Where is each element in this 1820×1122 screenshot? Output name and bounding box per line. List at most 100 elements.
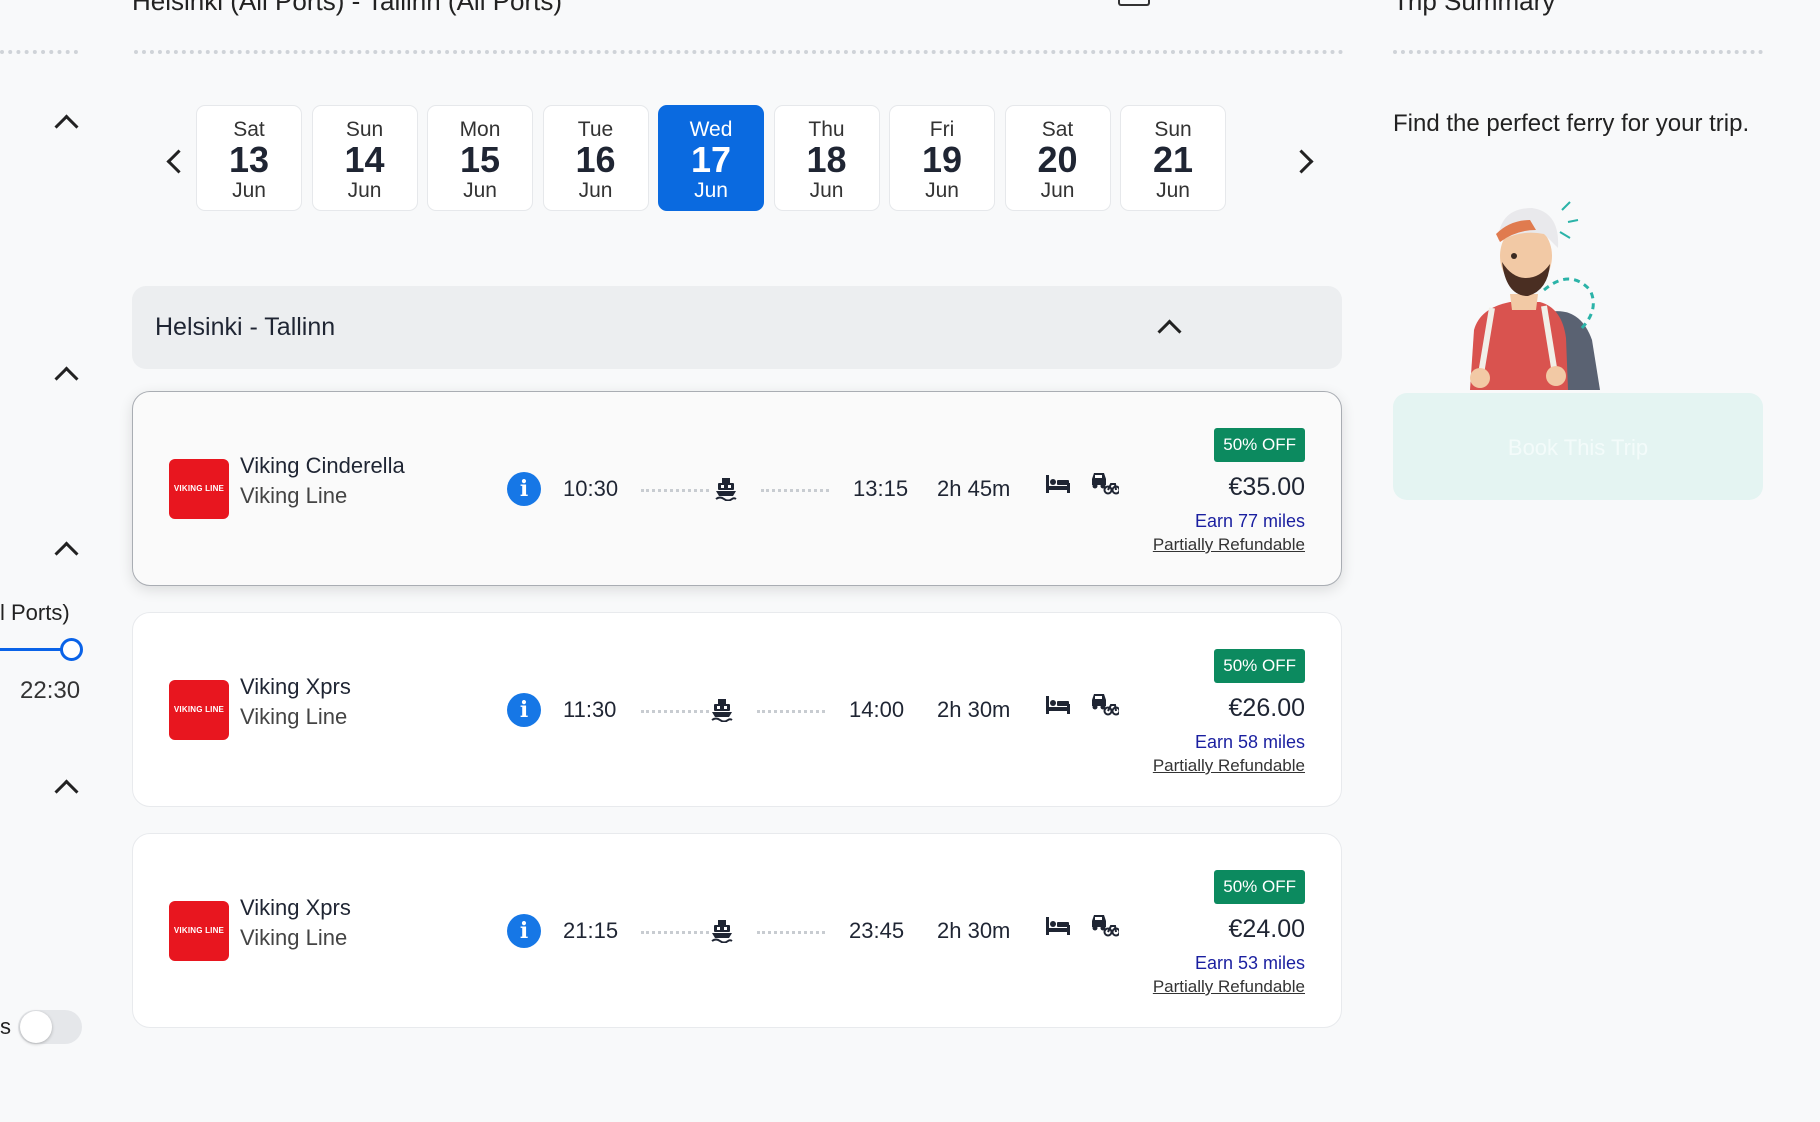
- prev-date-chevron-icon[interactable]: [166, 149, 191, 174]
- date-day: 21: [1152, 139, 1194, 180]
- time-slider-handle[interactable]: [60, 638, 83, 661]
- traveler-illustration: [1470, 201, 1600, 390]
- operator-logo: VIKING LINE: [169, 459, 229, 519]
- date-day: 14: [344, 139, 385, 180]
- collapse-chevron-icon[interactable]: [54, 779, 79, 804]
- date-month: Jun: [463, 179, 497, 202]
- route-heading: Helsinki (All Ports) - Tallinn (All Port…: [132, 0, 563, 16]
- date-day: 19: [921, 139, 963, 180]
- refund-policy-link[interactable]: Partially Refundable: [1153, 535, 1305, 555]
- ferry-icon: [711, 698, 733, 723]
- miles-reward: Earn 58 miles: [1194, 732, 1305, 752]
- date-option[interactable]: Sat 13 Jun: [196, 105, 302, 211]
- date-day: 15: [459, 139, 501, 180]
- price: €24.00: [1228, 915, 1305, 943]
- date-month: Jun: [1040, 179, 1075, 202]
- route-dotted-line: [757, 931, 825, 934]
- sailing-card[interactable]: VIKING LINE Viking Xprs Viking Line i 21:15 2…: [132, 833, 1342, 1028]
- info-icon[interactable]: i: [507, 693, 541, 727]
- discount-badge: 50% OFF: [1214, 870, 1305, 904]
- date-month: Jun: [1156, 179, 1190, 202]
- port-filter-label: l Ports): [0, 600, 70, 625]
- collapse-chevron-icon[interactable]: [54, 366, 79, 391]
- ferry-icon: [715, 477, 737, 502]
- cabin-bed-icon: [1045, 694, 1071, 716]
- date-option[interactable]: Tue 16 Jun: [542, 105, 649, 211]
- collapse-chevron-icon[interactable]: [54, 541, 79, 566]
- operator-name: Viking Line: [240, 483, 348, 508]
- cabin-bed-icon: [1045, 915, 1071, 937]
- departure-time: 10:30: [563, 476, 619, 501]
- book-trip-button[interactable]: Book This Trip: [1393, 393, 1763, 500]
- price: €35.00: [1228, 473, 1305, 501]
- route-dotted-line: [641, 931, 709, 934]
- divider: [134, 50, 1344, 54]
- date-day: 13: [228, 139, 270, 180]
- calendar-icon[interactable]: [1118, 0, 1150, 6]
- date-option[interactable]: Sat 20 Jun: [1004, 105, 1111, 211]
- ship-name: Viking Cinderella: [240, 453, 405, 478]
- arrival-time: 13:15: [853, 476, 909, 501]
- date-option[interactable]: Wed 17 Jun: [658, 105, 764, 211]
- trip-summary-heading: Trip Summary: [1393, 0, 1556, 16]
- refund-policy-link[interactable]: Partially Refundable: [1153, 977, 1305, 997]
- miles-reward: Earn 77 miles: [1194, 511, 1305, 531]
- route-dotted-line: [761, 489, 829, 492]
- route-dotted-line: [641, 710, 709, 713]
- time-slider-track[interactable]: [0, 648, 62, 651]
- route-dotted-line: [757, 710, 825, 713]
- departure-time: 21:15: [563, 918, 619, 943]
- vehicle-icon: [1091, 911, 1121, 937]
- route-title: Helsinki - Tallinn: [155, 313, 336, 341]
- vehicle-icon: [1091, 469, 1121, 495]
- ship-name: Viking Xprs: [240, 895, 351, 920]
- discount-badge: 50% OFF: [1214, 428, 1305, 462]
- summary-text: Find the perfect ferry for your trip.: [1393, 110, 1750, 137]
- date-month: Jun: [925, 179, 959, 202]
- miles-reward: Earn 53 miles: [1194, 953, 1305, 973]
- date-month: Jun: [347, 179, 382, 202]
- date-day: 18: [806, 139, 847, 180]
- vehicle-icon: [1091, 690, 1121, 716]
- ferry-icon: [711, 919, 733, 944]
- date-option[interactable]: Sun 21 Jun: [1120, 105, 1226, 211]
- refund-policy-link[interactable]: Partially Refundable: [1153, 756, 1305, 776]
- date-option[interactable]: Thu 18 Jun: [773, 105, 880, 211]
- duration: 2h 30m: [937, 697, 1011, 722]
- route-dotted-line: [641, 489, 709, 492]
- arrival-time: 23:45: [849, 918, 905, 943]
- toggle-knob[interactable]: [20, 1011, 52, 1043]
- divider: [0, 50, 78, 54]
- date-month: Jun: [809, 179, 844, 202]
- info-icon[interactable]: i: [507, 472, 541, 506]
- divider: [1393, 50, 1763, 54]
- next-date-chevron-icon[interactable]: [1289, 149, 1314, 174]
- sailing-card[interactable]: VIKING LINE Viking Cinderella Viking Line i…: [132, 391, 1342, 586]
- time-slider-end-value: 22:30: [20, 677, 81, 704]
- operator-name: Viking Line: [240, 704, 348, 729]
- ship-name: Viking Xprs: [240, 674, 351, 699]
- collapse-chevron-icon[interactable]: [54, 114, 79, 139]
- operator-logo: VIKING LINE: [169, 680, 229, 740]
- operator-name: Viking Line: [240, 925, 348, 950]
- date-month: Jun: [694, 179, 728, 202]
- operator-logo: VIKING LINE: [169, 901, 229, 961]
- toggle-label: s: [0, 1014, 11, 1039]
- cabin-bed-icon: [1045, 473, 1071, 495]
- duration: 2h 30m: [937, 918, 1011, 943]
- date-month: Jun: [578, 179, 613, 202]
- info-icon[interactable]: i: [507, 914, 541, 948]
- date-option[interactable]: Sun 14 Jun: [311, 105, 418, 211]
- date-option[interactable]: Fri 19 Jun: [889, 105, 995, 211]
- date-option[interactable]: Mon 15 Jun: [427, 105, 533, 211]
- date-month: Jun: [232, 179, 266, 202]
- date-day: 17: [690, 139, 732, 180]
- discount-badge: 50% OFF: [1214, 649, 1305, 683]
- date-day: 16: [575, 139, 616, 180]
- price: €26.00: [1228, 694, 1305, 722]
- arrival-time: 14:00: [849, 697, 905, 722]
- date-day: 20: [1037, 139, 1078, 180]
- duration: 2h 45m: [937, 476, 1011, 501]
- departure-time: 11:30: [563, 697, 617, 722]
- sailing-card[interactable]: VIKING LINE Viking Xprs Viking Line i 11:30 1…: [132, 612, 1342, 807]
